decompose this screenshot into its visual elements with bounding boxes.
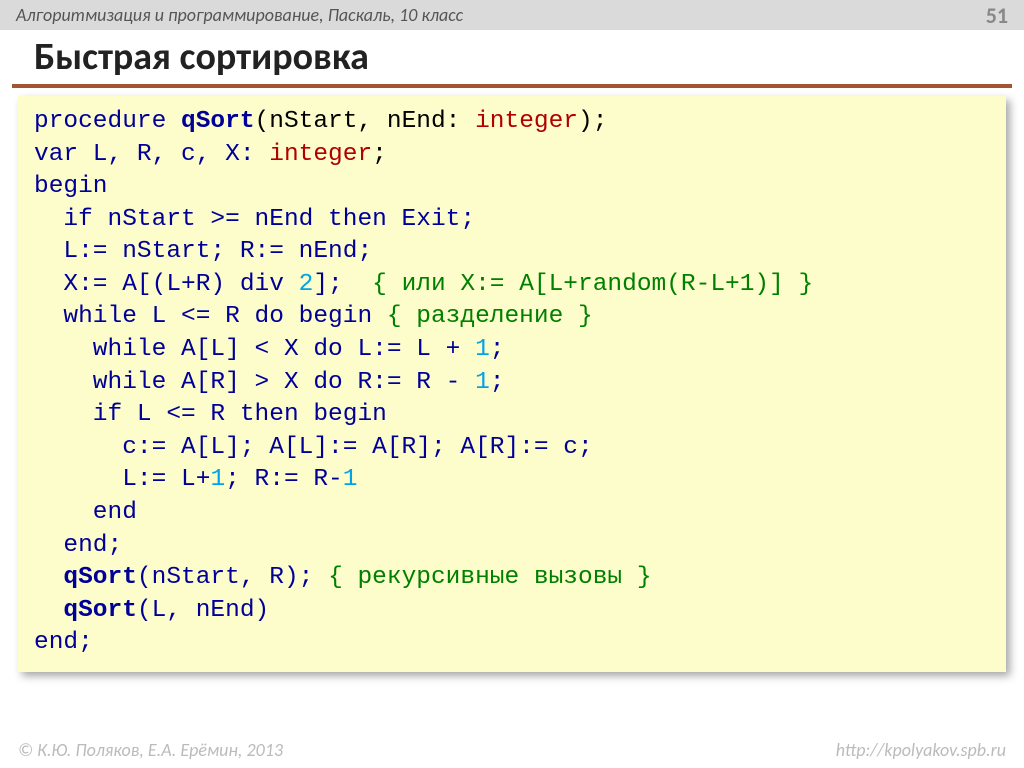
rec1-indent [34, 564, 63, 591]
kw-begin: begin [34, 173, 108, 200]
comment-recursive: { рекурсивные вызовы } [328, 564, 651, 591]
slide-footer: © К.Ю. Поляков, Е.А. Ерёмин, 2013 http:/… [0, 739, 1024, 761]
line-exit: if nStart >= nEnd then Exit; [34, 206, 475, 233]
while-outer: while L <= R do begin [34, 303, 387, 330]
end-while: end; [34, 532, 122, 559]
call-qsort-1: qSort [63, 564, 137, 591]
kw-procedure: procedure [34, 108, 181, 135]
call-qsort-2: qSort [63, 597, 137, 624]
num-1b: 1 [475, 369, 490, 396]
type-integer-1: integer [475, 108, 578, 135]
num-1d: 1 [343, 466, 358, 493]
subject-text: Алгоритмизация и программирование, Паска… [16, 4, 463, 26]
num-2: 2 [299, 271, 314, 298]
while-right-a: while A[R] > X do R:= R - [34, 369, 475, 396]
fn-name: qSort [181, 108, 255, 135]
code-block: procedure qSort(nStart, nEnd: integer); … [18, 96, 1006, 672]
kw-div: div [240, 271, 284, 298]
pivot-close: ]; [313, 271, 372, 298]
inc-dec-b: ; R:= R- [225, 466, 343, 493]
slide-header: Алгоритмизация и программирование, Паска… [0, 0, 1024, 30]
num-1a: 1 [475, 336, 490, 363]
type-integer-2: integer [269, 141, 372, 168]
kw-end: end; [34, 629, 93, 656]
var-decl-c: ; [372, 141, 387, 168]
slide: Алгоритмизация и программирование, Паска… [0, 0, 1024, 768]
sig-args: (nStart, nEnd: [255, 108, 476, 135]
comment-pivot: { или X:= A[L+random(R-L+1)] } [372, 271, 813, 298]
comment-partition: { разделение } [387, 303, 593, 330]
inc-dec-a: L:= L+ [34, 466, 210, 493]
source-url-text: http://kpolyakov.spb.ru [836, 739, 1006, 761]
slide-title: Быстрая сортировка [0, 30, 1024, 84]
while-left-c: ; [490, 336, 505, 363]
swap-line: c:= A[L]; A[L]:= A[R]; A[R]:= c; [34, 434, 593, 461]
rec2-indent [34, 597, 63, 624]
while-right-c: ; [490, 369, 505, 396]
title-divider [12, 84, 1012, 88]
page-number: 51 [986, 2, 1008, 29]
line-pivot-a: X:= A[(L+R) [34, 271, 240, 298]
space [284, 271, 299, 298]
num-1c: 1 [210, 466, 225, 493]
var-decl-a: var L, R, c, X: [34, 141, 269, 168]
line-init-lr: L:= nStart; R:= nEnd; [34, 238, 372, 265]
if-swap: if L <= R then begin [34, 401, 387, 428]
call-args-2: (L, nEnd) [137, 597, 269, 624]
while-left-a: while A[L] < X do L:= L + [34, 336, 475, 363]
sig-close: ); [578, 108, 607, 135]
end-inner: end [34, 499, 137, 526]
copyright-text: © К.Ю. Поляков, Е.А. Ерёмин, 2013 [18, 739, 283, 761]
call-args-1: (nStart, R); [137, 564, 328, 591]
